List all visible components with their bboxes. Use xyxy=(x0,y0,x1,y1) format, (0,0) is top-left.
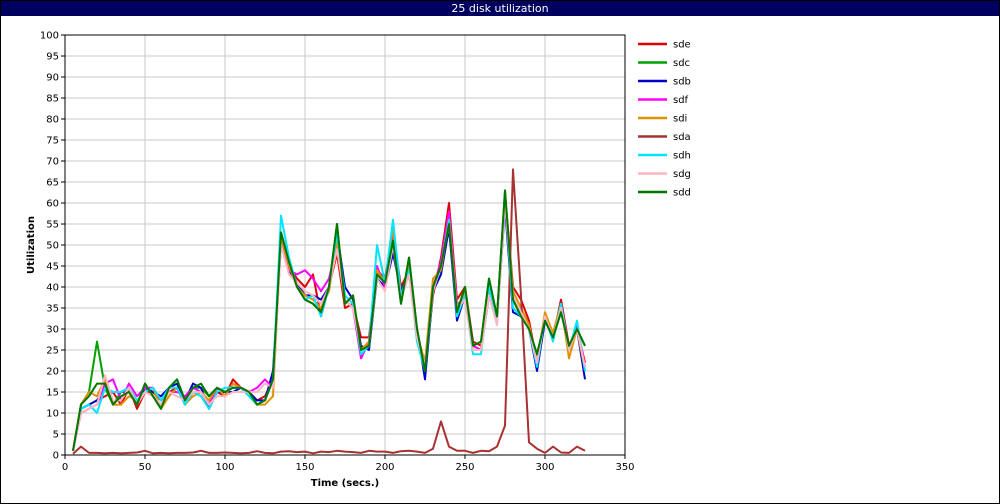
y-tick-label: 70 xyxy=(46,157,59,168)
x-tick-label: 350 xyxy=(615,462,634,473)
line-chart: 0 50 100 150 200 250 300 350 0 5 10 15 20 25 30 35 40 45 5… xyxy=(26,31,691,490)
y-tick-label: 80 xyxy=(46,115,59,126)
y-tick-label: 30 xyxy=(46,325,59,336)
y-tick-label: 85 xyxy=(46,94,59,105)
y-tick-label: 75 xyxy=(46,136,59,147)
legend-label-sda: sda xyxy=(673,132,691,143)
y-tick-label: 10 xyxy=(46,409,59,420)
y-tick-label: 60 xyxy=(46,199,59,210)
y-tick-label: 20 xyxy=(46,367,59,378)
legend-label-sdg: sdg xyxy=(673,169,691,180)
x-tick-label: 150 xyxy=(295,462,314,473)
y-tick-label: 0 xyxy=(53,451,59,462)
legend-label-sdf: sdf xyxy=(673,95,689,106)
legend-label-sdd: sdd xyxy=(673,188,691,199)
y-tick-label: 40 xyxy=(46,283,59,294)
y-tick-label: 65 xyxy=(46,178,59,189)
y-tick-label: 90 xyxy=(46,73,59,84)
legend: sde sdc sdb sdf sdi sda sdh sdg sdd xyxy=(638,40,691,199)
y-tick-label: 25 xyxy=(46,346,59,357)
series-lines xyxy=(72,168,586,455)
y-tick-label: 95 xyxy=(46,52,59,63)
y-axis-label: Utilization xyxy=(26,216,37,274)
y-tick-label: 35 xyxy=(46,304,59,315)
y-tick-label: 5 xyxy=(53,430,59,441)
x-tick-label: 100 xyxy=(215,462,234,473)
y-tick-label: 45 xyxy=(46,262,59,273)
x-tick-label: 50 xyxy=(139,462,152,473)
x-axis-label: Time (secs.) xyxy=(311,478,380,489)
y-tick-label: 15 xyxy=(46,388,59,399)
series-line-sda xyxy=(72,168,586,455)
legend-label-sdh: sdh xyxy=(673,151,691,162)
legend-label-sdc: sdc xyxy=(673,58,690,69)
x-tick-label: 250 xyxy=(455,462,474,473)
y-tick-label: 55 xyxy=(46,220,59,231)
legend-label-sdb: sdb xyxy=(673,77,691,88)
y-tick-label: 100 xyxy=(40,31,59,42)
legend-label-sdi: sdi xyxy=(673,114,687,125)
x-tick-label: 0 xyxy=(62,462,68,473)
x-tick-label: 300 xyxy=(535,462,554,473)
legend-label-sde: sde xyxy=(673,40,691,51)
x-tick-label: 200 xyxy=(375,462,394,473)
y-tick-label: 50 xyxy=(46,241,59,252)
